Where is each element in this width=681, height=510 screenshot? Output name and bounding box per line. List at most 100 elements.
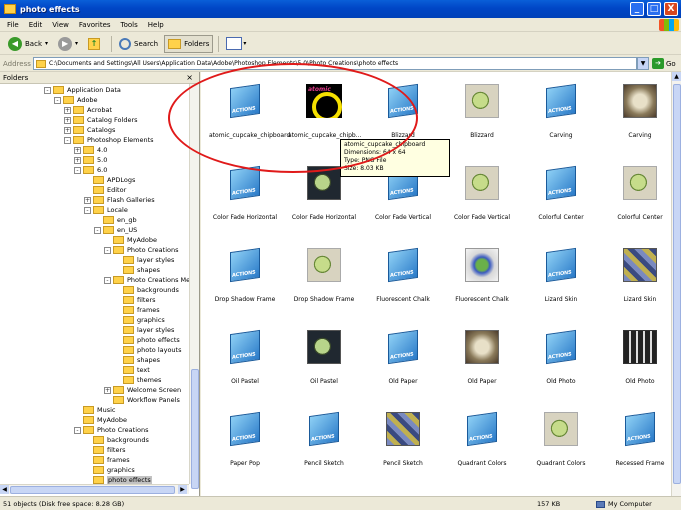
expand-icon[interactable]: +: [64, 126, 71, 134]
minimize-button[interactable]: _: [630, 2, 644, 16]
scrollbar-thumb[interactable]: [10, 486, 175, 494]
file-tile[interactable]: Lizard Skin: [604, 238, 676, 320]
file-tile[interactable]: Colorful Center: [604, 156, 676, 238]
tree-item[interactable]: shapes: [114, 355, 160, 365]
tree-item[interactable]: MyAdobe: [104, 235, 157, 245]
expand-icon[interactable]: +: [84, 196, 91, 204]
file-tile[interactable]: ACTIONS Lizard Skin: [525, 238, 597, 320]
tree-item[interactable]: photo layouts: [114, 345, 181, 355]
views-button[interactable]: ▾: [222, 35, 250, 53]
menu-tools[interactable]: Tools: [116, 21, 143, 29]
tree-item[interactable]: MyAdobe: [74, 415, 127, 425]
files-vertical-scrollbar[interactable]: ▲: [671, 72, 681, 496]
collapse-icon[interactable]: -: [94, 226, 101, 234]
file-tile[interactable]: ACTIONS Paper Pop: [209, 402, 281, 484]
collapse-icon[interactable]: -: [104, 276, 111, 284]
expand-icon[interactable]: +: [64, 106, 71, 114]
expand-icon[interactable]: +: [64, 116, 71, 124]
file-tile[interactable]: ACTIONS Fluorescent Chalk: [367, 238, 439, 320]
tree-item[interactable]: themes: [114, 375, 161, 385]
folder-tree-vertical-scrollbar[interactable]: [189, 84, 199, 489]
scrollbar-thumb[interactable]: [673, 84, 681, 484]
tree-item[interactable]: backgrounds: [84, 435, 149, 445]
file-tile[interactable]: Fluorescent Chalk: [446, 238, 518, 320]
file-tile[interactable]: ACTIONS Drop Shadow Frame: [209, 238, 281, 320]
tree-item[interactable]: filters: [114, 295, 156, 305]
tree-item[interactable]: en_gb: [94, 215, 137, 225]
tree-item[interactable]: layer styles: [114, 325, 174, 335]
collapse-icon[interactable]: -: [104, 246, 111, 254]
file-tile[interactable]: Old Photo: [604, 320, 676, 402]
collapse-icon[interactable]: -: [74, 426, 81, 434]
file-tile[interactable]: Carving: [604, 74, 676, 156]
tree-item[interactable]: text: [114, 365, 150, 375]
tree-item[interactable]: backgrounds: [114, 285, 179, 295]
file-tile[interactable]: ACTIONS Pencil Sketch: [288, 402, 360, 484]
tree-item[interactable]: - Locale: [84, 205, 128, 215]
scroll-right-icon[interactable]: ▶: [178, 485, 187, 494]
menu-file[interactable]: File: [2, 21, 24, 29]
tree-item[interactable]: graphics: [114, 315, 165, 325]
tree-item[interactable]: graphics: [84, 465, 135, 475]
collapse-icon[interactable]: -: [84, 206, 91, 214]
file-tile[interactable]: Blizzard: [446, 74, 518, 156]
tree-item[interactable]: shapes: [114, 265, 160, 275]
file-tile[interactable]: ACTIONS Old Paper: [367, 320, 439, 402]
address-input[interactable]: C:\Documents and Settings\All Users\Appl…: [33, 57, 637, 70]
tree-item[interactable]: - Adobe: [54, 95, 98, 105]
tree-item[interactable]: APDLogs: [84, 175, 135, 185]
tree-item[interactable]: frames: [114, 305, 160, 315]
collapse-icon[interactable]: -: [44, 86, 51, 94]
address-dropdown-button[interactable]: ▼: [637, 57, 649, 70]
file-tile[interactable]: ACTIONS Quadrant Colors: [446, 402, 518, 484]
menu-edit[interactable]: Edit: [24, 21, 48, 29]
file-tile[interactable]: Color Fade Vertical: [446, 156, 518, 238]
tree-item[interactable]: photo effects: [114, 335, 180, 345]
file-tile[interactable]: ACTIONS Oil Pastel: [209, 320, 281, 402]
collapse-icon[interactable]: -: [74, 166, 81, 174]
tree-item[interactable]: +4.0: [74, 145, 107, 155]
file-tile[interactable]: ACTIONS Colorful Center: [525, 156, 597, 238]
tree-item[interactable]: - Application Data: [44, 85, 121, 95]
tree-item[interactable]: - 6.0: [74, 165, 107, 175]
back-button[interactable]: ◀ Back ▾: [4, 35, 52, 53]
menu-view[interactable]: View: [47, 21, 74, 29]
file-tile[interactable]: ACTIONS atomic_cupcake_chipboard: [209, 74, 290, 156]
file-tile[interactable]: ACTIONS Color Fade Horizontal: [209, 156, 281, 238]
folder-tree-horizontal-scrollbar[interactable]: ◀ ▶: [0, 484, 189, 494]
go-button[interactable]: ➔ Go: [652, 57, 676, 70]
expand-icon[interactable]: +: [74, 146, 81, 154]
maximize-button[interactable]: □: [647, 2, 661, 16]
expand-icon[interactable]: +: [104, 386, 111, 394]
folders-button[interactable]: Folders: [164, 34, 214, 53]
search-button[interactable]: Search: [115, 35, 162, 53]
scroll-up-icon[interactable]: ▲: [672, 72, 681, 81]
tree-item[interactable]: filters: [84, 445, 126, 455]
tree-item[interactable]: - Photo Creations: [104, 245, 179, 255]
tree-item[interactable]: - en_US: [94, 225, 137, 235]
tree-item[interactable]: Editor: [84, 185, 126, 195]
tree-item[interactable]: Workflow Panels: [104, 395, 180, 405]
tree-item[interactable]: Music: [74, 405, 116, 415]
tree-item[interactable]: + Acrobat: [64, 105, 112, 115]
forward-button[interactable]: ▶ ▾: [54, 35, 82, 53]
file-tile[interactable]: Oil Pastel: [288, 320, 360, 402]
tree-item[interactable]: layer styles: [114, 255, 174, 265]
tree-item[interactable]: + Catalog Folders: [64, 115, 138, 125]
file-tile[interactable]: Pencil Sketch: [367, 402, 439, 484]
collapse-icon[interactable]: -: [54, 96, 61, 104]
file-tile[interactable]: ACTIONS Recessed Frame: [604, 402, 676, 484]
file-tile[interactable]: ACTIONS Carving: [525, 74, 597, 156]
file-tile[interactable]: Old Paper: [446, 320, 518, 402]
tree-item[interactable]: frames: [84, 455, 130, 465]
tree-item[interactable]: + Flash Galleries: [84, 195, 155, 205]
menu-help[interactable]: Help: [143, 21, 169, 29]
tree-item[interactable]: + Welcome Screen: [104, 385, 181, 395]
expand-icon[interactable]: +: [74, 156, 81, 164]
collapse-icon[interactable]: -: [64, 136, 71, 144]
file-tile[interactable]: Quadrant Colors: [525, 402, 597, 484]
tree-item[interactable]: - Photoshop Elements: [64, 135, 154, 145]
scroll-left-icon[interactable]: ◀: [0, 485, 9, 494]
file-tile[interactable]: Drop Shadow Frame: [288, 238, 360, 320]
tree-item[interactable]: - Photo Creations Me: [104, 275, 190, 285]
